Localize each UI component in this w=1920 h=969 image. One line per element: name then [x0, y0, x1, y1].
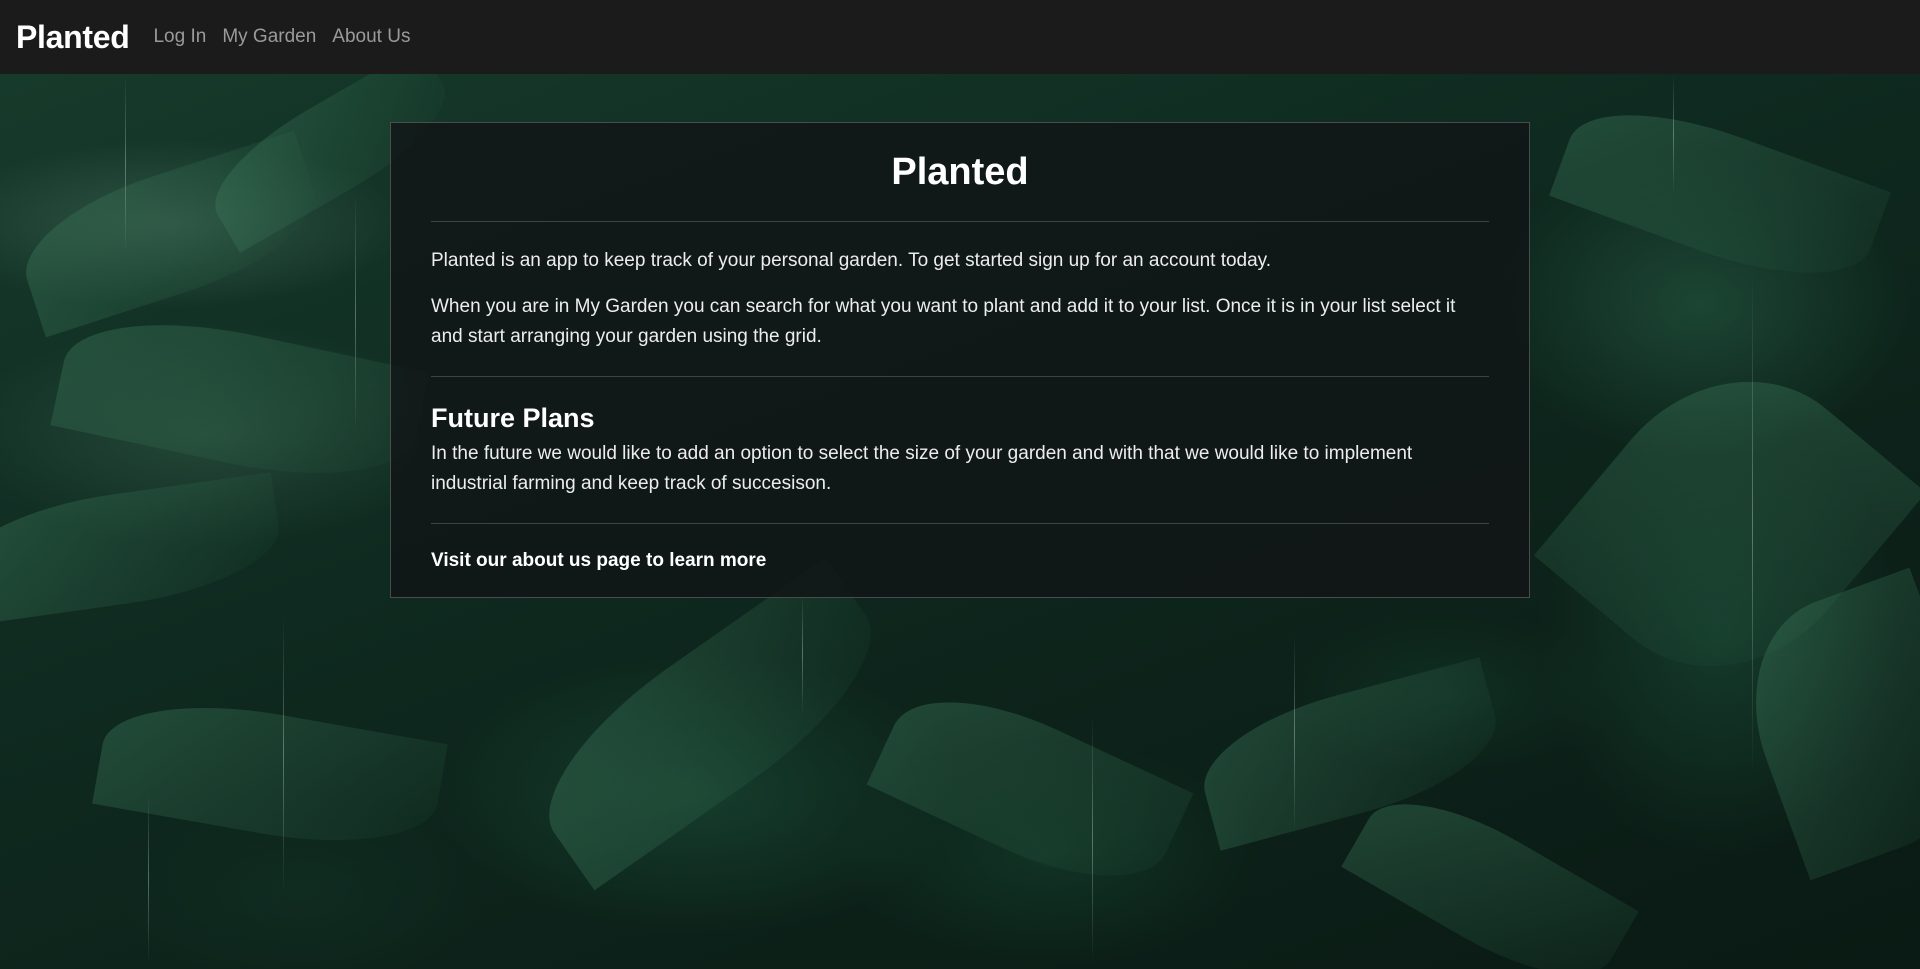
nav-link-my-garden[interactable]: My Garden	[222, 26, 316, 48]
about-us-learn-more-link[interactable]: Visit our about us page to learn more	[431, 550, 766, 571]
nav-link-about-us[interactable]: About Us	[332, 26, 410, 48]
intro-paragraph: Planted is an app to keep track of your …	[431, 250, 1272, 271]
learn-more-row: Visit our about us page to learn more	[431, 550, 1489, 572]
divider	[431, 376, 1489, 377]
future-plans-paragraph: In the future we would like to add an op…	[431, 443, 1413, 494]
divider	[431, 523, 1489, 524]
page-title: Planted	[891, 151, 1029, 193]
nav-link-log-in[interactable]: Log In	[153, 26, 206, 48]
divider	[431, 221, 1489, 222]
about-card: Planted Planted is an app to keep track …	[390, 122, 1530, 598]
brand-logo-link[interactable]: Planted	[16, 19, 130, 56]
garden-instructions-paragraph: When you are in My Garden you can search…	[431, 296, 1456, 347]
top-navbar: Planted Log In My Garden About Us	[0, 0, 1920, 74]
future-plans-heading: Future Plans	[431, 403, 595, 433]
